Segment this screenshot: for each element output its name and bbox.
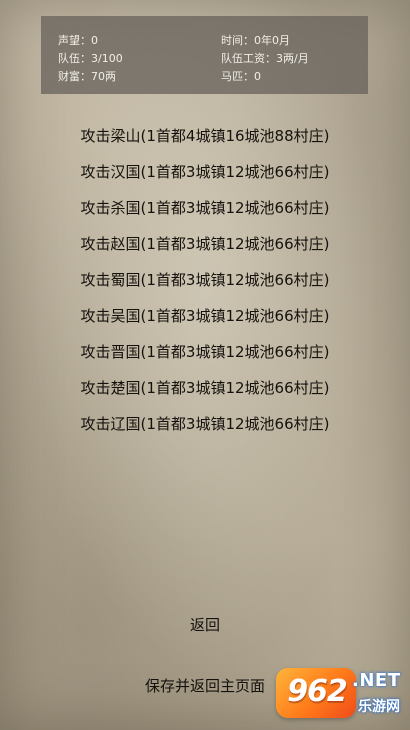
stat-troops-label: 队伍： — [58, 52, 91, 65]
back-button[interactable]: 返回 — [0, 612, 410, 638]
attack-jin-button[interactable]: 攻击晋国(1首都3城镇12城池66村庄) — [0, 334, 410, 370]
stat-time-value: 0年0月 — [254, 34, 290, 47]
watermark-digits: 962 — [287, 674, 348, 709]
stat-time-label: 时间： — [221, 34, 254, 47]
stat-troops: 队伍：3/100 — [58, 50, 123, 66]
stats-panel: 声望：0 时间：0年0月 队伍：3/100 队伍工资：3两/月 财富：70两 马… — [41, 16, 368, 94]
stat-wealth-value: 70两 — [91, 70, 116, 83]
attack-sha-button[interactable]: 攻击杀国(1首都3城镇12城池66村庄) — [0, 190, 410, 226]
stat-wealth: 财富：70两 — [58, 68, 116, 84]
stat-reputation: 声望：0 — [58, 32, 98, 48]
watermark-net: .NET — [352, 670, 401, 691]
stat-troops-value: 3/100 — [91, 52, 123, 65]
attack-target-list: 攻击梁山(1首都4城镇16城池88村庄) 攻击汉国(1首都3城镇12城池66村庄… — [0, 118, 410, 442]
stat-wage-value: 3两/月 — [276, 52, 309, 65]
stat-reputation-value: 0 — [91, 34, 98, 47]
attack-liangshan-button[interactable]: 攻击梁山(1首都4城镇16城池88村庄) — [0, 118, 410, 154]
stat-horses-label: 马匹： — [221, 70, 254, 83]
stat-wealth-label: 财富： — [58, 70, 91, 83]
stat-wage-label: 队伍工资： — [221, 52, 276, 65]
attack-chu-button[interactable]: 攻击楚国(1首都3城镇12城池66村庄) — [0, 370, 410, 406]
stat-time: 时间：0年0月 — [221, 32, 290, 48]
stat-horses-value: 0 — [254, 70, 261, 83]
site-watermark-logo: 962 .NET 乐游网 — [276, 668, 404, 722]
attack-liao-button[interactable]: 攻击辽国(1首都3城镇12城池66村庄) — [0, 406, 410, 442]
attack-zhao-button[interactable]: 攻击赵国(1首都3城镇12城池66村庄) — [0, 226, 410, 262]
attack-shu-button[interactable]: 攻击蜀国(1首都3城镇12城池66村庄) — [0, 262, 410, 298]
stat-horses: 马匹：0 — [221, 68, 261, 84]
stat-reputation-label: 声望： — [58, 34, 91, 47]
attack-han-button[interactable]: 攻击汉国(1首都3城镇12城池66村庄) — [0, 154, 410, 190]
watermark-site-name: 乐游网 — [358, 699, 400, 715]
stat-wage: 队伍工资：3两/月 — [221, 50, 309, 66]
attack-wu-button[interactable]: 攻击吴国(1首都3城镇12城池66村庄) — [0, 298, 410, 334]
